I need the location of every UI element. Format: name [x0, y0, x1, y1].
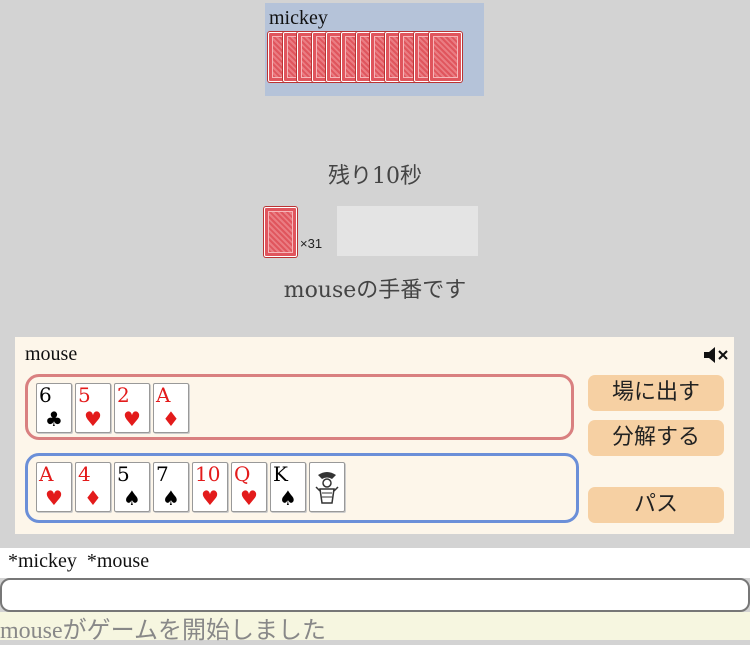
card-rank: 7 [156, 462, 169, 486]
opponent-area: mickey [265, 3, 484, 96]
card-suit-icon: ♥ [45, 486, 63, 510]
player-panel: mouse 6 ♣ 5 ♥ 2 ♥ A ♦ A ♥ 4 ♦ 5 ♠ 7 ♠ 10 ♥ Q ♥ K ♠ 場に出す 分解する… [15, 337, 734, 534]
players-list-text: *mickey *mouse [8, 550, 150, 572]
card-suit-icon: ♦ [84, 486, 102, 510]
split-button[interactable]: 分解する [588, 420, 724, 456]
turn-timer: 残り10秒 [328, 164, 422, 189]
card-suit-icon: ♥ [201, 486, 219, 510]
playing-card[interactable]: 6 ♣ [36, 383, 72, 433]
selected-cards-area[interactable]: 6 ♣ 5 ♥ 2 ♥ A ♦ [25, 374, 574, 440]
playing-card[interactable]: Q ♥ [231, 462, 267, 512]
opponent-card-back [428, 32, 462, 82]
turn-message: mouseの手番です [283, 278, 467, 303]
card-rank: A [39, 462, 54, 486]
playing-card[interactable]: A ♥ [36, 462, 72, 512]
card-suit-icon: ♠ [123, 486, 141, 510]
playing-card[interactable]: 7 ♠ [153, 462, 189, 512]
card-rank: 5 [78, 383, 91, 407]
joker-icon [315, 472, 339, 504]
player-name: mouse [25, 343, 78, 365]
play-field [337, 206, 478, 256]
card-suit-icon: ♠ [279, 486, 297, 510]
card-suit-icon: ♥ [84, 407, 102, 431]
card-suit-icon: ♠ [162, 486, 180, 510]
card-rank: 6 [39, 383, 52, 407]
card-rank: A [156, 383, 171, 407]
hand-cards-area[interactable]: A ♥ 4 ♦ 5 ♠ 7 ♠ 10 ♥ Q ♥ K ♠ [25, 453, 579, 523]
play-cards-button[interactable]: 場に出す [588, 375, 724, 411]
card-back [264, 207, 297, 257]
playing-card[interactable]: 4 ♦ [75, 462, 111, 512]
card-rank: K [273, 462, 288, 486]
joker-card[interactable] [309, 462, 345, 512]
playing-card[interactable]: A ♦ [153, 383, 189, 433]
chat-input[interactable] [0, 578, 750, 612]
pass-button[interactable]: パス [588, 487, 724, 523]
deck-pile [264, 207, 297, 257]
playing-card[interactable]: K ♠ [270, 462, 306, 512]
game-log: mouseがゲームを開始しました [0, 612, 750, 644]
card-suit-icon: ♥ [240, 486, 258, 510]
playing-card[interactable]: 5 ♠ [114, 462, 150, 512]
card-suit-icon: ♣ [45, 407, 63, 431]
deck-count: ×31 [300, 236, 323, 251]
players-list: *mickey *mouse [0, 548, 750, 578]
playing-card[interactable]: 10 ♥ [192, 462, 228, 512]
card-rank: 5 [117, 462, 130, 486]
card-rank: 10 [195, 462, 221, 486]
playing-card[interactable]: 5 ♥ [75, 383, 111, 433]
playing-card[interactable]: 2 ♥ [114, 383, 150, 433]
card-rank: 2 [117, 383, 130, 407]
opponent-name: mickey [269, 7, 328, 29]
card-rank: Q [234, 462, 251, 486]
opponent-hand [268, 32, 480, 84]
card-suit-icon: ♥ [123, 407, 141, 431]
speaker-muted-icon[interactable] [703, 345, 729, 365]
card-suit-icon: ♦ [162, 407, 180, 431]
card-rank: 4 [78, 462, 91, 486]
